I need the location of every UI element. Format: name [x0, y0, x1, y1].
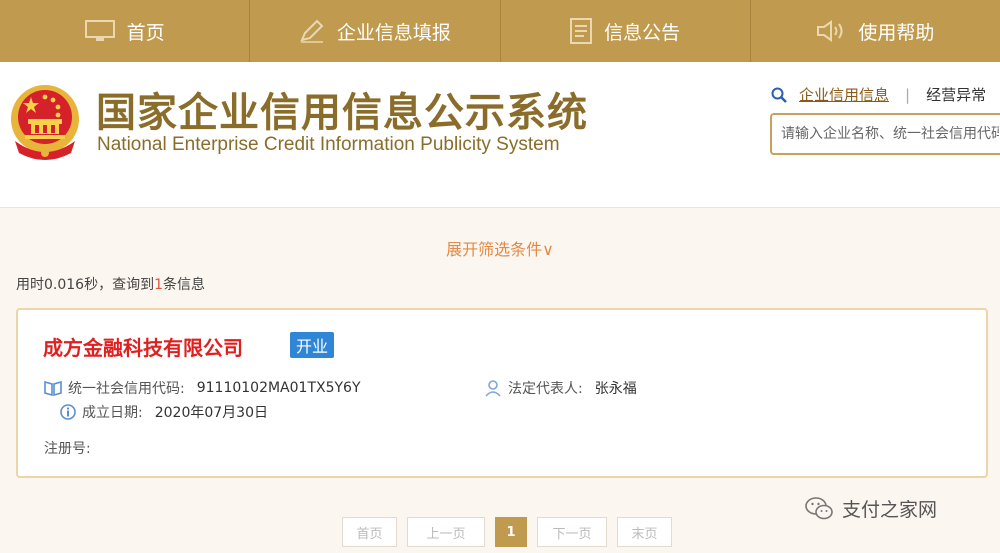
credit-code-label: 统一社会信用代码:	[68, 381, 185, 397]
search-icon	[771, 87, 787, 103]
established-date-value: 2020年07月30日	[154, 405, 268, 421]
prev-page-button[interactable]: 上一页	[407, 517, 485, 547]
monitor-icon	[84, 20, 115, 41]
person-icon	[485, 380, 501, 397]
tab-separator: |	[905, 85, 911, 104]
first-page-button[interactable]: 首页	[342, 517, 397, 547]
watermark: 支付之家网	[804, 495, 937, 522]
registration-number-label: 注册号:	[44, 441, 91, 457]
nav-label: 企业信息填报	[336, 21, 451, 44]
tab-abnormal-operations[interactable]: 经营异常	[926, 84, 986, 105]
search-tabs: 企业信用信息 | 经营异常	[771, 84, 986, 105]
watermark-text: 支付之家网	[842, 499, 938, 521]
site-title-cn: 国家企业信用信息公示系统	[96, 90, 588, 136]
credit-code-value: 91110102MA01TX5Y6Y	[196, 380, 361, 396]
legal-rep-field: 法定代表人: 张永福	[484, 378, 637, 398]
expand-filter-toggle[interactable]: 展开筛选条件∨	[0, 236, 1000, 260]
nav-item-help[interactable]: 使用帮助	[751, 0, 1000, 62]
site-header: 国家企业信用信息公示系统 National Enterprise Credit …	[0, 62, 1000, 208]
nav-label: 首页	[126, 21, 165, 44]
established-date-label: 成立日期:	[82, 405, 143, 421]
result-count: 用时0.016秒，查询到1条信息	[16, 274, 205, 294]
legal-rep-label: 法定代表人:	[508, 381, 583, 397]
nav-label: 信息公告	[604, 21, 681, 44]
company-name-link[interactable]: 成方金融科技有限公司	[43, 332, 243, 361]
nav-item-announcements[interactable]: 信息公告	[501, 0, 751, 62]
result-suffix: 条信息	[163, 277, 206, 293]
nav-item-info-filing[interactable]: 企业信息填报	[250, 0, 501, 62]
wechat-icon	[805, 496, 833, 519]
document-icon	[570, 18, 593, 44]
result-prefix: 用时0.016秒，查询到	[16, 277, 155, 293]
top-nav: 首页 企业信息填报 信息公告 使用帮助	[0, 0, 1000, 62]
info-icon	[60, 404, 76, 420]
next-page-button[interactable]: 下一页	[537, 517, 607, 547]
site-title-en: National Enterprise Credit Information P…	[97, 134, 560, 155]
established-date-field: 成立日期: 2020年07月30日	[60, 402, 268, 422]
national-emblem-icon	[11, 85, 79, 160]
speaker-icon	[817, 20, 843, 42]
page-1-button[interactable]: 1	[495, 517, 527, 547]
nav-item-home[interactable]: 首页	[0, 0, 251, 62]
result-number: 1	[154, 277, 164, 293]
book-icon	[44, 380, 62, 396]
company-result-card[interactable]: 成方金融科技有限公司 开业 统一社会信用代码: 91110102MA01TX5Y…	[16, 308, 988, 478]
registration-number-field: 注册号:	[44, 438, 103, 458]
nav-label: 使用帮助	[858, 21, 935, 44]
tab-enterprise-credit[interactable]: 企业信用信息	[799, 84, 889, 105]
credit-code-field: 统一社会信用代码: 91110102MA01TX5Y6Y	[44, 378, 361, 398]
search-input[interactable]	[770, 113, 1000, 155]
legal-rep-value: 张永福	[594, 381, 637, 397]
last-page-button[interactable]: 末页	[617, 517, 672, 547]
pen-icon	[300, 19, 324, 43]
status-badge: 开业	[290, 332, 335, 358]
pagination: 首页 上一页 1 下一页 末页	[342, 517, 672, 547]
